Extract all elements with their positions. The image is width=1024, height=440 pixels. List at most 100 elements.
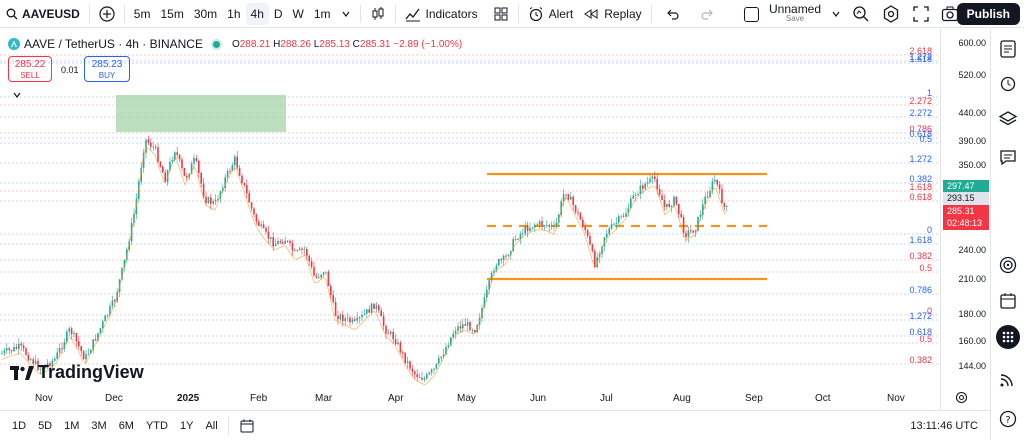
settings-button[interactable]	[882, 5, 900, 23]
range-5d[interactable]: 5D	[32, 420, 58, 432]
screener-button[interactable]	[852, 5, 870, 23]
tv-logo-icon	[10, 365, 34, 380]
chevron-down-icon	[13, 92, 21, 98]
interval-15m[interactable]: 15m	[155, 0, 188, 28]
candle-body	[550, 225, 553, 227]
price-tag: 02:48:13	[943, 217, 989, 230]
alarm-clock-icon[interactable]	[998, 73, 1018, 93]
candle-body	[152, 146, 154, 148]
layout-name-block: Unnamed Save	[769, 2, 822, 24]
candle-body	[253, 208, 255, 215]
range-1m[interactable]: 1M	[58, 420, 85, 432]
candle-body	[670, 206, 673, 207]
candle-body	[262, 224, 265, 228]
target-zone	[116, 95, 286, 132]
candle-body	[606, 233, 608, 238]
range-1d[interactable]: 1D	[6, 420, 32, 432]
candle-body	[70, 328, 73, 335]
chart-pane[interactable]	[0, 29, 940, 410]
candle-body	[414, 371, 416, 375]
signal-icon[interactable]	[998, 369, 1018, 389]
candle-body	[399, 342, 402, 353]
candle-body	[111, 300, 114, 306]
candle-body	[150, 142, 152, 147]
candle-body	[94, 339, 97, 341]
price-label: 160.00	[958, 336, 986, 346]
candle-body	[642, 185, 644, 189]
chart-type-button[interactable]	[365, 0, 391, 28]
layers-icon[interactable]	[998, 109, 1018, 129]
interval-w[interactable]: W	[288, 0, 309, 28]
date-range-icon[interactable]	[239, 418, 255, 434]
interval-4h[interactable]: 4h	[245, 2, 269, 25]
candle-body	[15, 346, 18, 349]
candle-body	[250, 202, 253, 209]
price-axis[interactable]: 600.00 520.00 440.00 390.00 350.00 240.00 210.…	[940, 29, 990, 410]
change-value: −2.89 (−1.00%)	[393, 38, 463, 50]
price-chart[interactable]	[0, 29, 940, 410]
time-axis[interactable]: Nov Dec 2025 Feb Mar Apr May Jun Jul Aug Sep Oct Nov	[0, 390, 940, 410]
candle-body	[243, 183, 246, 186]
layout-name: Unnamed	[769, 2, 822, 16]
undo-button[interactable]	[656, 0, 690, 28]
candle-body	[387, 333, 390, 335]
fullscreen-button[interactable]	[912, 5, 930, 23]
candle-body	[260, 224, 262, 226]
candle-body	[714, 179, 716, 182]
target-icon[interactable]	[998, 255, 1018, 275]
candle-body	[685, 232, 687, 237]
interval-1h[interactable]: 1h	[222, 0, 245, 28]
chat-icon[interactable]	[998, 147, 1018, 167]
range-6m[interactable]: 6M	[113, 420, 140, 432]
clock[interactable]: 13:11:46 UTC	[910, 420, 990, 432]
apps-grid-icon[interactable]	[996, 325, 1020, 349]
interval-5m[interactable]: 5m	[129, 0, 156, 28]
templates-button[interactable]	[483, 0, 514, 28]
sell-button[interactable]: 285.22 SELL	[8, 56, 52, 82]
collapse-legend-button[interactable]	[12, 90, 22, 100]
interval-d[interactable]: D	[269, 0, 288, 28]
fib-level-label: 1.272	[909, 154, 932, 164]
candle-body	[337, 315, 339, 320]
layout-selector[interactable]: Unnamed Save	[744, 2, 841, 24]
candle-body	[500, 259, 502, 261]
fib-level-label: 0.382	[909, 355, 932, 365]
range-ytd[interactable]: YTD	[140, 420, 174, 432]
interval-30m[interactable]: 30m	[189, 0, 222, 28]
candle-body	[680, 213, 682, 218]
candle-body	[178, 154, 181, 160]
buy-button[interactable]: 285.23 BUY	[84, 56, 130, 82]
symbol-search[interactable]: AAVEUSD	[0, 0, 85, 28]
interval-dropdown[interactable]	[336, 0, 356, 28]
range-all[interactable]: All	[199, 420, 223, 432]
add-symbol-button[interactable]	[94, 0, 120, 28]
fullscreen-icon	[913, 6, 929, 22]
interval-1m[interactable]: 1m	[309, 0, 336, 28]
redo-button[interactable]	[690, 0, 724, 28]
calendar-icon[interactable]	[998, 291, 1018, 311]
range-3m[interactable]: 3M	[85, 420, 112, 432]
candle-body	[514, 239, 517, 240]
watchlist-icon[interactable]	[998, 39, 1018, 59]
candle-body	[354, 319, 356, 321]
divider	[359, 4, 361, 23]
candle-body	[270, 237, 272, 239]
candle-body	[226, 170, 229, 178]
replay-button[interactable]: Replay	[578, 0, 646, 28]
candle-body	[267, 231, 270, 239]
publish-button[interactable]: Publish	[956, 3, 1020, 25]
layout-checkbox[interactable]	[744, 6, 759, 22]
candle-body	[534, 224, 536, 228]
alert-button[interactable]: Alert	[523, 0, 579, 28]
help-icon[interactable]: ?	[998, 409, 1018, 429]
candle-body	[82, 351, 85, 360]
fib-level-label: 0	[926, 225, 932, 235]
candle-body	[320, 274, 322, 278]
candle-body	[303, 248, 306, 250]
indicators-button[interactable]: Indicators	[400, 0, 483, 28]
range-1y[interactable]: 1Y	[174, 420, 199, 432]
magnifier-chart-icon	[853, 6, 869, 22]
candle-body	[392, 331, 394, 340]
candle-body	[690, 230, 692, 232]
axis-settings-button[interactable]	[955, 391, 968, 404]
